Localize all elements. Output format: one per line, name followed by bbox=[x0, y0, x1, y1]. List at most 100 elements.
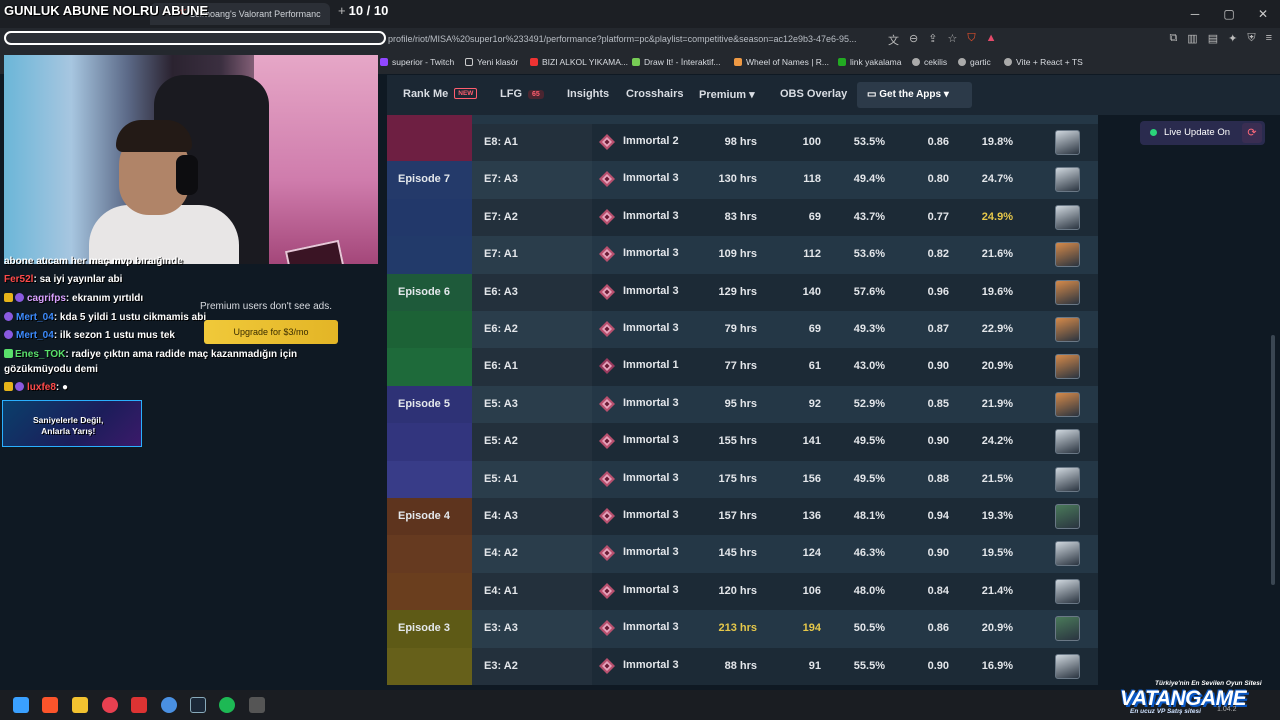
table-row[interactable]: Episode 6 E6: A3 Immortal 3 129 hrs 140 57.6%… bbox=[387, 273, 1098, 311]
immortal-rank-icon bbox=[599, 657, 615, 674]
wallet-icon[interactable]: ▤ bbox=[1208, 32, 1218, 45]
bookmark-item[interactable]: superior - Twitch bbox=[380, 57, 454, 67]
agent-avatar[interactable] bbox=[1055, 391, 1080, 417]
agent-avatar[interactable] bbox=[1055, 242, 1080, 268]
agent-avatar[interactable] bbox=[1055, 204, 1080, 230]
headshot-percent: 21.6% bbox=[981, 248, 1013, 261]
windows-start-icon[interactable] bbox=[13, 697, 29, 713]
agent-avatar[interactable] bbox=[1055, 317, 1080, 342]
maximize-icon[interactable]: ▢ bbox=[1212, 0, 1246, 28]
rewards-icon[interactable]: ▲ bbox=[986, 32, 997, 48]
minimize-icon[interactable]: ─ bbox=[1178, 0, 1212, 28]
table-row[interactable]: E6: A1 Immortal 1 77 hrs 61 43.0% 0.90 20.9% bbox=[387, 348, 1098, 386]
chevron-down-icon: ▾ bbox=[749, 89, 755, 101]
taskbar bbox=[0, 690, 1280, 720]
refresh-icon[interactable]: ⟳ bbox=[1242, 123, 1262, 143]
season-label: E6: A3 bbox=[484, 285, 518, 298]
upgrade-button[interactable]: Upgrade for $3/mo bbox=[204, 320, 338, 344]
table-row[interactable]: E5: A2 Immortal 3 155 hrs 141 49.5% 0.90 24.2% bbox=[387, 423, 1098, 461]
nav-rank-me[interactable]: Rank Me NEW bbox=[403, 88, 478, 100]
kd-ratio: 0.94 bbox=[927, 510, 949, 522]
close-window-icon[interactable]: ✕ bbox=[1246, 0, 1280, 28]
agent-avatar[interactable] bbox=[1055, 541, 1080, 567]
url-text[interactable]: profile/riot/MISA%20super1or%233491/perf… bbox=[388, 34, 857, 44]
share-icon[interactable]: ⇪ bbox=[928, 32, 937, 48]
brave-icon[interactable] bbox=[42, 697, 58, 713]
table-row[interactable]: Episode 7 E7: A3 Immortal 3 130 hrs 118 49.4%… bbox=[387, 161, 1098, 199]
agent-avatar[interactable] bbox=[1055, 167, 1080, 193]
bookmark-item[interactable]: link yakalama bbox=[838, 57, 902, 67]
bookmark-item[interactable]: Wheel of Names | R... bbox=[734, 57, 829, 67]
menu-icon[interactable]: ≡ bbox=[1266, 32, 1272, 45]
bookmark-item[interactable]: Vite + React + TS bbox=[1004, 57, 1083, 67]
bookmark-item[interactable]: cekilis bbox=[912, 57, 947, 67]
rank-label: Immortal 3 bbox=[623, 396, 679, 409]
nav-lfg[interactable]: LFG 65 bbox=[500, 88, 544, 100]
table-row[interactable]: E3: A2 Immortal 3 88 hrs 91 55.5% 0.90 16.9% bbox=[387, 647, 1098, 685]
table-row[interactable]: E4: A1 Immortal 3 120 hrs 106 48.0% 0.84 21.4% bbox=[387, 572, 1098, 611]
table-row[interactable]: E4: A2 Immortal 3 145 hrs 124 46.3% 0.90 19.5% bbox=[387, 535, 1098, 573]
matches-played: 112 bbox=[803, 248, 821, 261]
hours-played: 79 hrs bbox=[724, 323, 757, 335]
agent-avatar[interactable] bbox=[1055, 130, 1080, 155]
table-row[interactable]: Episode 4 E4: A3 Immortal 3 157 hrs 136 48.1%… bbox=[387, 498, 1098, 536]
folder-icon[interactable] bbox=[72, 697, 88, 713]
brave-shield-icon[interactable]: ⛉ bbox=[967, 32, 975, 48]
matches-played: 91 bbox=[808, 659, 821, 672]
rank-label: Immortal 3 bbox=[623, 209, 679, 222]
kd-ratio: 0.86 bbox=[927, 136, 949, 148]
bookmark-item[interactable]: Draw It! - İnteraktif... bbox=[632, 57, 721, 67]
table-row[interactable]: E7: A1 Immortal 3 109 hrs 112 53.6% 0.82 21.6% bbox=[387, 236, 1098, 274]
agent-avatar[interactable] bbox=[1055, 354, 1080, 380]
translate-icon[interactable]: 文 bbox=[888, 32, 899, 48]
season-label: E4: A2 bbox=[484, 547, 518, 560]
agent-avatar[interactable] bbox=[1055, 504, 1080, 529]
get-apps-button[interactable]: ▭ Get the Apps ▾ bbox=[857, 82, 972, 108]
nav-crosshairs[interactable]: Crosshairs bbox=[626, 88, 683, 100]
hours-played: 98 hrs bbox=[724, 136, 757, 148]
obs-icon[interactable] bbox=[249, 697, 265, 713]
live-update-toggle[interactable]: Live Update On ⟳ bbox=[1140, 121, 1265, 145]
extensions-icon[interactable]: ⧉ bbox=[1169, 32, 1177, 45]
riot-icon[interactable] bbox=[102, 697, 118, 713]
agent-avatar[interactable] bbox=[1055, 578, 1080, 604]
rank-label: Immortal 2 bbox=[623, 135, 679, 147]
bookmark-folder[interactable]: Yeni klasör bbox=[465, 57, 518, 67]
matches-played: 156 bbox=[802, 472, 821, 485]
ad-banner[interactable]: Saniyelerle Değil, Anlarla Yarış! bbox=[2, 400, 142, 447]
table-row[interactable]: E6: A2 Immortal 3 79 hrs 69 49.3% 0.87 22.9% bbox=[387, 311, 1098, 349]
sidebar-icon[interactable]: ▥ bbox=[1187, 32, 1197, 45]
table-row[interactable]: Episode 5 E5: A3 Immortal 3 95 hrs 92 52.9% 0.… bbox=[387, 385, 1098, 424]
table-row[interactable]: E8: A1 Immortal 2 98 hrs 100 53.5% 0.86 19.8% bbox=[387, 124, 1098, 162]
url-input-box[interactable] bbox=[4, 31, 386, 45]
agent-avatar[interactable] bbox=[1055, 429, 1080, 455]
nav-insights[interactable]: Insights bbox=[567, 88, 609, 100]
cam-hair bbox=[116, 120, 192, 152]
scrollbar[interactable] bbox=[1271, 335, 1275, 585]
matches-played: 69 bbox=[808, 323, 821, 335]
table-row[interactable]: E7: A2 Immortal 3 83 hrs 69 43.7% 0.77 24.9% bbox=[387, 198, 1098, 237]
agent-avatar[interactable] bbox=[1055, 466, 1080, 492]
nav-obs-overlay[interactable]: OBS Overlay bbox=[780, 88, 847, 100]
table-row[interactable]: Episode 3 E3: A3 Immortal 3 213 hrs 194 50.5%… bbox=[387, 610, 1098, 648]
steam-icon[interactable] bbox=[190, 697, 206, 713]
spotify-icon[interactable] bbox=[219, 697, 235, 713]
bookmark-item[interactable]: BIZI ALKOL YIKAMA... bbox=[530, 57, 628, 67]
agent-avatar[interactable] bbox=[1055, 279, 1080, 305]
episode-cell bbox=[387, 423, 472, 461]
agent-avatar[interactable] bbox=[1055, 653, 1080, 679]
agent-avatar[interactable] bbox=[1055, 616, 1080, 642]
matches-played: 69 bbox=[808, 210, 821, 223]
leo-icon[interactable]: ✦ bbox=[1228, 32, 1237, 45]
table-row[interactable]: E5: A1 Immortal 3 175 hrs 156 49.5% 0.88 21.5% bbox=[387, 460, 1098, 498]
bookmark-star-icon[interactable]: ☆ bbox=[947, 32, 957, 48]
bookmark-item[interactable]: gartic bbox=[958, 57, 991, 67]
matches-played: 118 bbox=[803, 173, 821, 186]
app-icon[interactable] bbox=[161, 697, 177, 713]
zoom-icon[interactable]: ⊖ bbox=[909, 32, 918, 48]
nav-premium[interactable]: Premium ▾ bbox=[699, 88, 755, 101]
new-tab-icon[interactable]: + bbox=[338, 3, 346, 18]
vpn-icon[interactable]: ⛨ bbox=[1247, 32, 1255, 45]
app-icon[interactable] bbox=[131, 697, 147, 713]
headshot-percent: 24.2% bbox=[981, 435, 1013, 448]
